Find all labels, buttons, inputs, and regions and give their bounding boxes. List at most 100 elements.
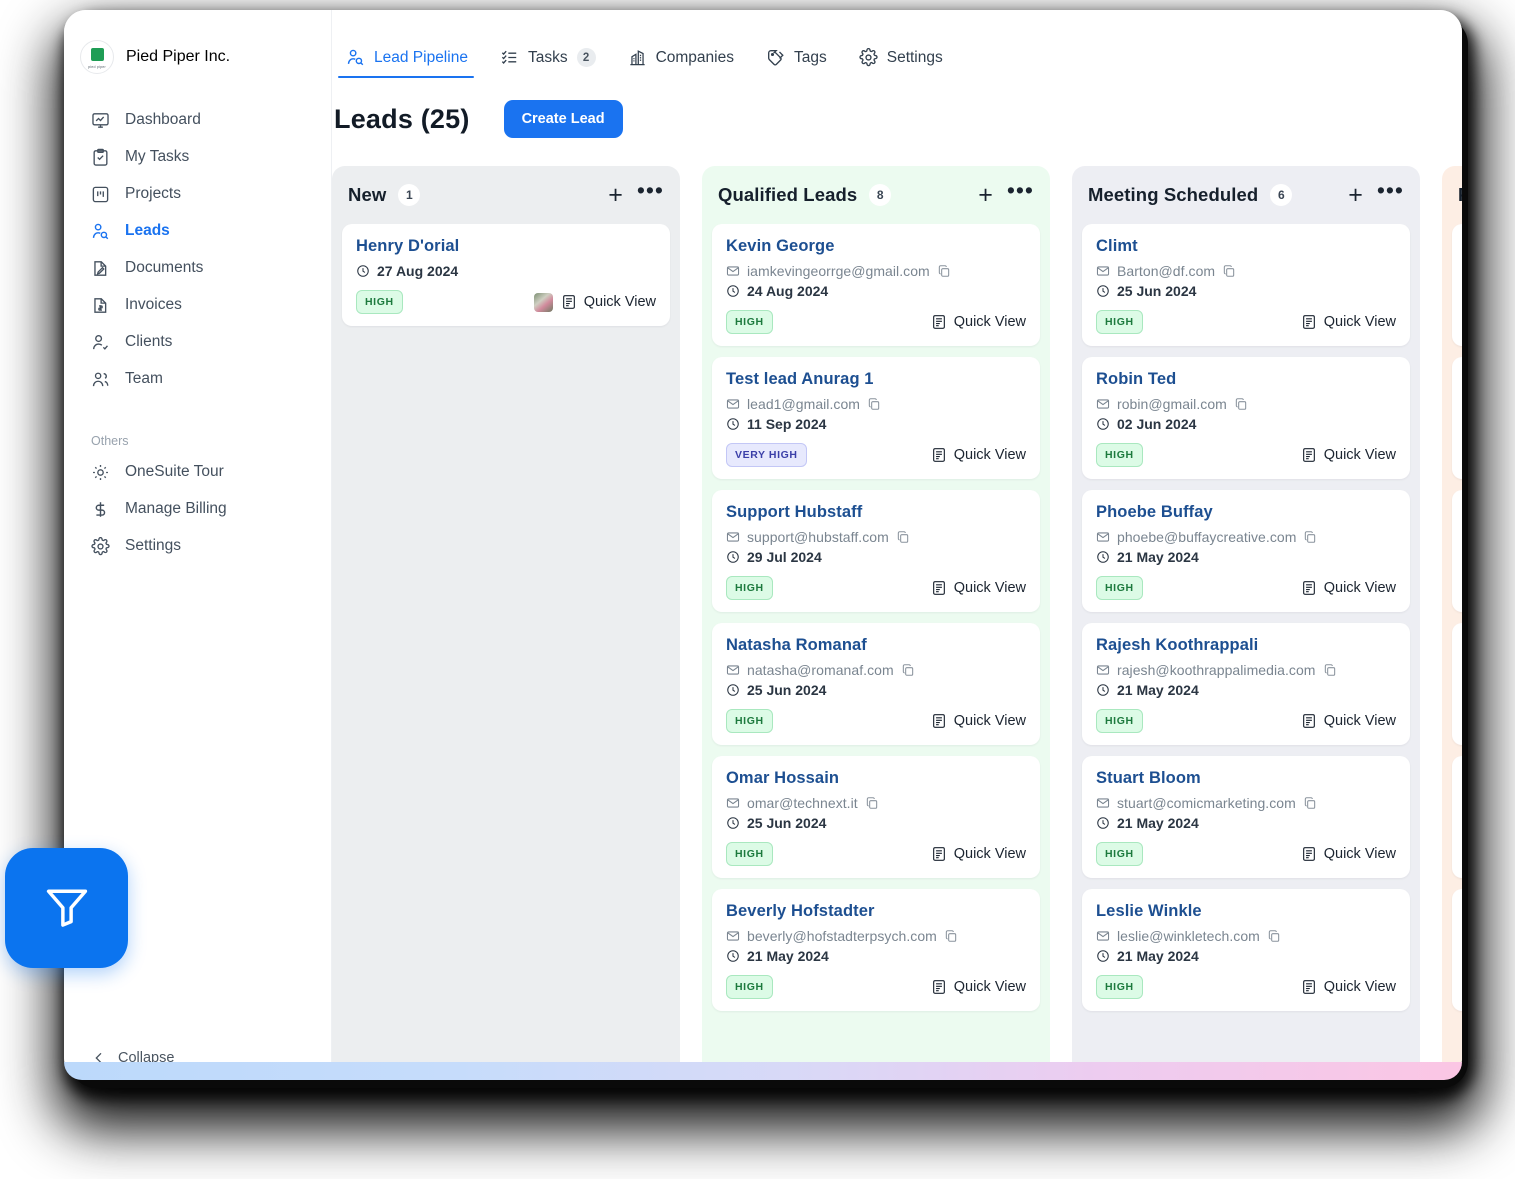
quick-view-label: Quick View	[1323, 447, 1396, 463]
lead-card[interactable]: Natasha Romanaf natasha@romanaf.com 25 Jun…	[712, 623, 1040, 745]
lead-card[interactable]: Test lead Anurag 1 lead1@gmail.com 11 Sep …	[712, 357, 1040, 479]
sidebar-item-team[interactable]: Team	[64, 361, 331, 397]
lead-card[interactable]: Leslie Winkle leslie@winkletech.com 21 May…	[1082, 889, 1410, 1011]
lead-email-row: robin@gmail.com	[1096, 396, 1396, 412]
copy-icon[interactable]	[937, 264, 951, 278]
quick-view-button[interactable]: Quick View	[1301, 979, 1396, 995]
lead-card[interactable]: Phoebe Buffay phoebe@buffaycreative.com 21…	[1082, 490, 1410, 612]
document-icon	[1301, 846, 1317, 862]
lead-card[interactable]: Expeinfo25HIGHQuick View	[1452, 490, 1462, 612]
lead-card[interactable]: Support Hubstaff support@hubstaff.com 29 J…	[712, 490, 1040, 612]
lead-email: robin@gmail.com	[1117, 396, 1227, 412]
copy-icon[interactable]	[865, 796, 879, 810]
lead-email: beverly@hofstadterpsych.com	[747, 928, 937, 944]
quick-view-button[interactable]: Quick View	[561, 294, 656, 310]
lead-date: 24 Aug 2024	[747, 283, 829, 299]
add-card-button[interactable]: +	[978, 182, 993, 208]
column-more-menu-button[interactable]: •••	[1377, 179, 1404, 202]
quick-view-button[interactable]: Quick View	[931, 979, 1026, 995]
lead-card[interactable]: Stuart Bloom stuart@comicmarketing.com 21 …	[1082, 756, 1410, 878]
sidebar-item-settings[interactable]: Settings	[64, 528, 331, 564]
tab-label: Tasks	[527, 48, 568, 66]
copy-icon[interactable]	[1303, 530, 1317, 544]
sidebar-item-my-tasks[interactable]: My Tasks	[64, 139, 331, 175]
tab-settings[interactable]: Settings	[847, 48, 963, 78]
lead-card[interactable]: Henry D'orial 27 Aug 2024 HIGH Quick View	[342, 224, 670, 326]
lead-card-footer: HIGH Quick View	[726, 576, 1026, 600]
lead-email: Barton@df.com	[1117, 263, 1216, 279]
sidebar-item-leads[interactable]: Leads	[64, 213, 331, 249]
lead-card-footer: HIGH Quick View	[356, 290, 656, 314]
tab-companies[interactable]: Companies	[616, 48, 754, 78]
sidebar-item-label: Invoices	[125, 296, 182, 313]
column-count-badge: 8	[869, 184, 892, 206]
lead-email-row: phoebe@buffaycreative.com	[1096, 529, 1396, 545]
quick-view-label: Quick View	[953, 713, 1026, 729]
lead-card[interactable]: Sheleshe21 MHIGHQuick View	[1452, 889, 1462, 1011]
lead-card[interactable]: Omar Hossain omar@technext.it 25 Jun 2024 H…	[712, 756, 1040, 878]
tab-lead-pipeline[interactable]: Lead Pipeline	[334, 48, 488, 78]
lead-card[interactable]: Forestforest@09HIGHQuick View	[1452, 224, 1462, 346]
lead-email: omar@technext.it	[747, 795, 858, 811]
lead-card[interactable]: Kevin George iamkevingeorrge@gmail.com 24 …	[712, 224, 1040, 346]
lead-card[interactable]: Joeyjoey21 MHIGHQuick View	[1452, 623, 1462, 745]
copy-icon[interactable]	[1234, 397, 1248, 411]
quick-view-button[interactable]: Quick View	[1301, 713, 1396, 729]
main-content: Lead Pipeline Tasks 2 Companies Tags Set…	[332, 10, 1462, 1080]
create-lead-button[interactable]: Create Lead	[503, 100, 623, 138]
copy-icon[interactable]	[944, 929, 958, 943]
lead-email-row: support@hubstaff.com	[726, 529, 1026, 545]
lead-card[interactable]: Climt Barton@df.com 25 Jun 2024 HIGH Quick V…	[1082, 224, 1410, 346]
quick-view-button[interactable]: Quick View	[931, 580, 1026, 596]
filter-fab-button[interactable]	[5, 848, 128, 968]
column-more-menu-button[interactable]: •••	[637, 179, 664, 202]
add-card-button[interactable]: +	[608, 182, 623, 208]
quick-view-button[interactable]: Quick View	[931, 447, 1026, 463]
tab-label: Settings	[886, 48, 943, 66]
copy-icon[interactable]	[1323, 663, 1337, 677]
copy-icon[interactable]	[1303, 796, 1317, 810]
sidebar-item-manage-billing[interactable]: Manage Billing	[64, 491, 331, 527]
lead-name: Climt	[1096, 237, 1138, 255]
sidebar-item-invoices[interactable]: Invoices	[64, 287, 331, 323]
column-more-menu-button[interactable]: •••	[1007, 179, 1034, 202]
quick-view-button[interactable]: Quick View	[1301, 846, 1396, 862]
clipboard-check-icon	[91, 148, 110, 167]
lead-card[interactable]: Emilyemi21 MHIGHQuick View	[1452, 756, 1462, 878]
quick-view-label: Quick View	[953, 846, 1026, 862]
mail-icon	[726, 929, 740, 943]
quick-view-button[interactable]: Quick View	[1301, 580, 1396, 596]
sidebar-item-dashboard[interactable]: Dashboard	[64, 102, 331, 138]
lead-card[interactable]: Beverly Hofstadter beverly@hofstadterpsyc…	[712, 889, 1040, 1011]
lead-card[interactable]: Iknadsjdk25HIGHQuick View	[1452, 357, 1462, 479]
document-icon	[1301, 979, 1317, 995]
quick-view-button[interactable]: Quick View	[931, 314, 1026, 330]
lead-date-row: 27 Aug 2024	[356, 263, 656, 279]
quick-view-label: Quick View	[1323, 713, 1396, 729]
add-card-button[interactable]: +	[1348, 182, 1363, 208]
sidebar-others-nav: OneSuite Tour Manage Billing Settings	[64, 454, 331, 565]
quick-view-button[interactable]: Quick View	[931, 846, 1026, 862]
tab-tags[interactable]: Tags	[754, 48, 847, 78]
copy-icon[interactable]	[1267, 929, 1281, 943]
priority-badge: HIGH	[1096, 310, 1143, 334]
sidebar-item-documents[interactable]: Documents	[64, 250, 331, 286]
copy-icon[interactable]	[867, 397, 881, 411]
mail-icon	[726, 397, 740, 411]
lead-card[interactable]: Rajesh Koothrappali rajesh@koothrappalime…	[1082, 623, 1410, 745]
quick-view-button[interactable]: Quick View	[1301, 314, 1396, 330]
copy-icon[interactable]	[896, 530, 910, 544]
sidebar-others-label: Others	[91, 434, 129, 448]
quick-view-button[interactable]: Quick View	[1301, 447, 1396, 463]
copy-icon[interactable]	[901, 663, 915, 677]
sidebar-item-projects[interactable]: Projects	[64, 176, 331, 212]
sidebar-item-onesuite-tour[interactable]: OneSuite Tour	[64, 454, 331, 490]
tab-tasks[interactable]: Tasks 2	[488, 48, 616, 78]
quick-view-label: Quick View	[1323, 846, 1396, 862]
column-header: New 1 + •••	[332, 166, 680, 224]
column-card-list: Kevin George iamkevingeorrge@gmail.com 24 …	[702, 224, 1050, 1080]
copy-icon[interactable]	[1222, 264, 1236, 278]
quick-view-button[interactable]: Quick View	[931, 713, 1026, 729]
sidebar-item-clients[interactable]: Clients	[64, 324, 331, 360]
lead-card[interactable]: Robin Ted robin@gmail.com 02 Jun 2024 HIGH Q…	[1082, 357, 1410, 479]
